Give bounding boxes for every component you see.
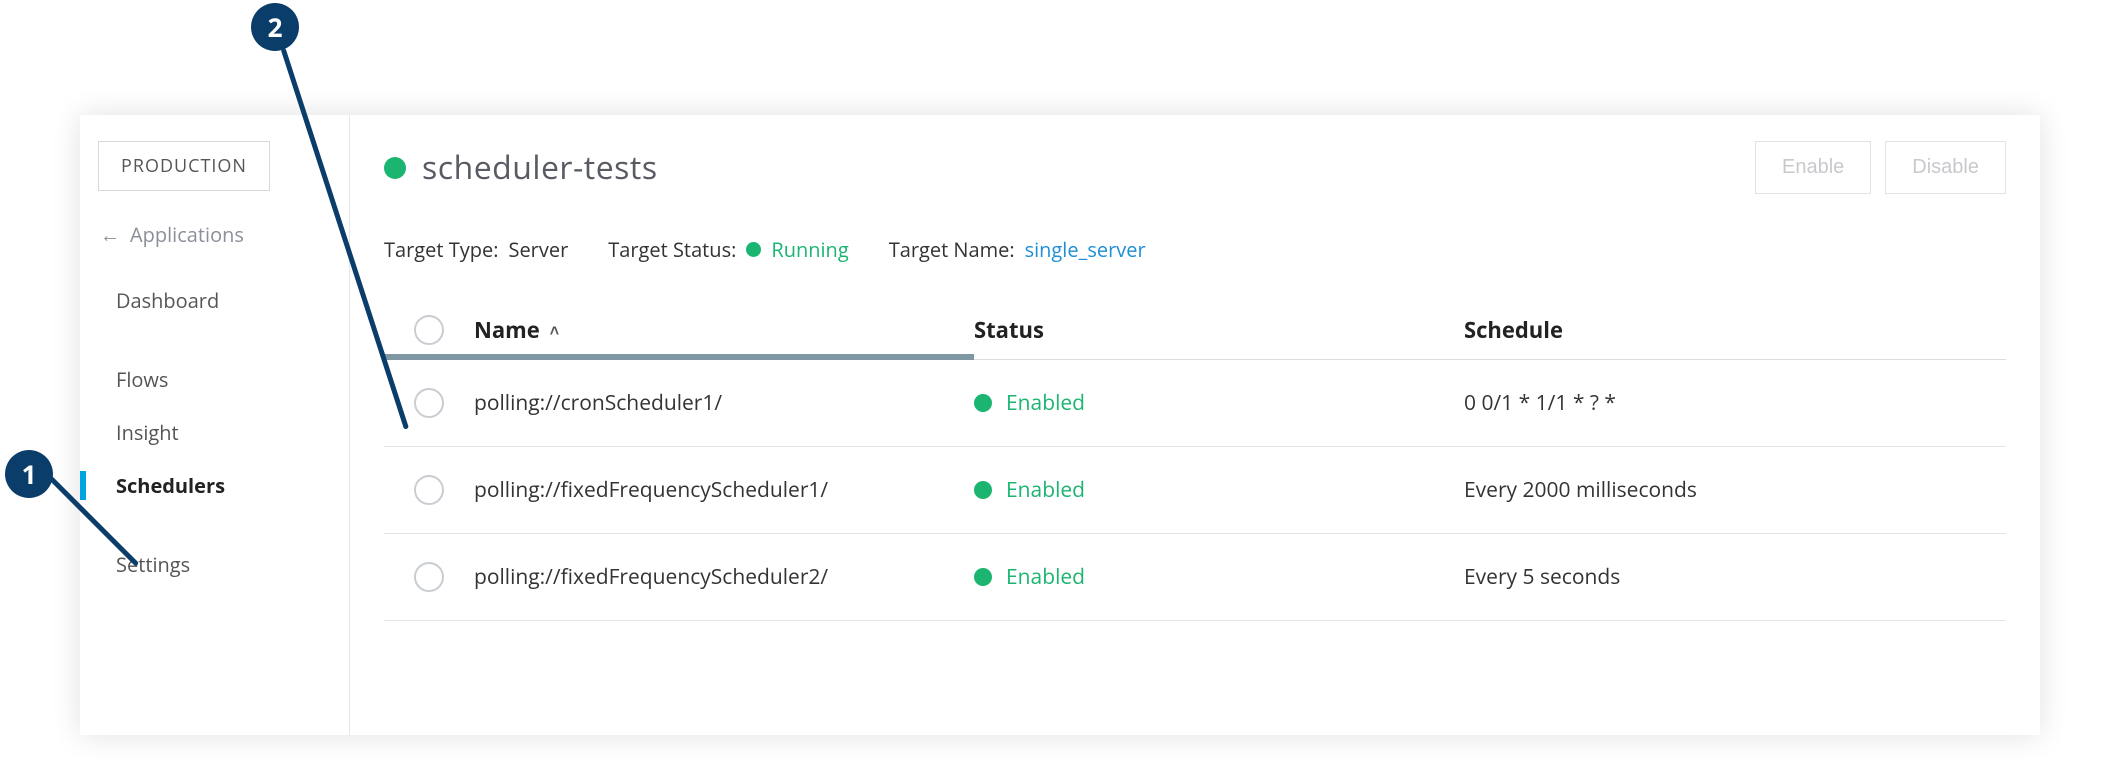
target-type-label: Target Type: — [384, 236, 498, 263]
col-header-schedule[interactable]: Schedule — [1464, 315, 2006, 345]
arrow-left-icon: ← — [100, 221, 120, 248]
col-header-name[interactable]: Name ˄ — [474, 315, 974, 345]
sidebar-spacer — [80, 512, 349, 538]
status-dot-icon — [974, 568, 992, 586]
page-title: scheduler-tests — [422, 146, 658, 189]
row-name: polling://fixedFrequencyScheduler2/ — [474, 563, 974, 591]
sidebar-item-dashboard[interactable]: Dashboard — [80, 274, 349, 327]
row-status: Enabled — [974, 563, 1464, 591]
sort-ascending-icon: ˄ — [550, 319, 559, 341]
table-row[interactable]: polling://fixedFrequencyScheduler2/ Enab… — [384, 534, 2006, 621]
target-type: Target Type: Server — [384, 236, 568, 263]
target-status: Target Status: Running — [608, 236, 848, 263]
row-schedule: Every 5 seconds — [1464, 563, 2006, 591]
app-status-dot-icon — [384, 157, 406, 179]
main-content: scheduler-tests Enable Disable Target Ty… — [350, 115, 2040, 735]
row-name: polling://fixedFrequencyScheduler1/ — [474, 476, 974, 504]
row-schedule: Every 2000 milliseconds — [1464, 476, 2006, 504]
row-status-text: Enabled — [1006, 476, 1085, 504]
table-header-row: Name ˄ Status Schedule — [384, 301, 2006, 360]
back-link-label: Applications — [130, 221, 244, 248]
row-status: Enabled — [974, 389, 1464, 417]
disable-button[interactable]: Disable — [1885, 141, 2006, 194]
enable-button[interactable]: Enable — [1755, 141, 1871, 194]
col-header-select — [384, 315, 474, 345]
sidebar-item-flows[interactable]: Flows — [80, 353, 349, 406]
sorted-column-underline — [384, 354, 974, 360]
target-status-dot-icon — [746, 242, 761, 257]
callout-marker-1: 1 — [5, 450, 53, 498]
row-select-radio[interactable] — [414, 388, 444, 418]
row-select-radio[interactable] — [414, 562, 444, 592]
row-select-radio[interactable] — [414, 475, 444, 505]
table-row[interactable]: polling://fixedFrequencyScheduler1/ Enab… — [384, 447, 2006, 534]
schedulers-table: Name ˄ Status Schedule polling://cronSch… — [384, 301, 2006, 621]
table-row[interactable]: polling://cronScheduler1/ Enabled 0 0/1 … — [384, 360, 2006, 447]
target-name: Target Name: single_server — [889, 236, 1146, 263]
status-dot-icon — [974, 481, 992, 499]
col-header-status[interactable]: Status — [974, 315, 1464, 345]
app-frame: PRODUCTION ← Applications Dashboard Flow… — [80, 115, 2040, 735]
sidebar-spacer — [80, 327, 349, 353]
target-type-value: Server — [508, 236, 568, 263]
target-name-value[interactable]: single_server — [1025, 236, 1146, 263]
page-header: scheduler-tests Enable Disable — [384, 141, 2006, 194]
status-dot-icon — [974, 394, 992, 412]
sidebar: PRODUCTION ← Applications Dashboard Flow… — [80, 115, 350, 735]
title-area: scheduler-tests — [384, 146, 658, 189]
col-header-schedule-label: Schedule — [1464, 315, 1563, 345]
callout-marker-2: 2 — [251, 3, 299, 51]
col-header-name-label: Name — [474, 315, 540, 345]
target-status-value: Running — [771, 236, 848, 263]
target-name-label: Target Name: — [889, 236, 1015, 263]
sidebar-item-insight[interactable]: Insight — [80, 406, 349, 459]
back-to-applications[interactable]: ← Applications — [80, 213, 349, 274]
environment-selector[interactable]: PRODUCTION — [98, 141, 270, 191]
target-status-label: Target Status: — [608, 236, 736, 263]
sidebar-item-schedulers[interactable]: Schedulers — [80, 459, 349, 512]
row-status-text: Enabled — [1006, 563, 1085, 591]
row-name: polling://cronScheduler1/ — [474, 389, 974, 417]
col-header-status-label: Status — [974, 315, 1044, 345]
select-all-radio[interactable] — [414, 315, 444, 345]
row-status-text: Enabled — [1006, 389, 1085, 417]
target-meta-row: Target Type: Server Target Status: Runni… — [384, 236, 2006, 263]
action-buttons: Enable Disable — [1755, 141, 2006, 194]
row-schedule: 0 0/1 * 1/1 * ? * — [1464, 389, 2006, 417]
row-status: Enabled — [974, 476, 1464, 504]
